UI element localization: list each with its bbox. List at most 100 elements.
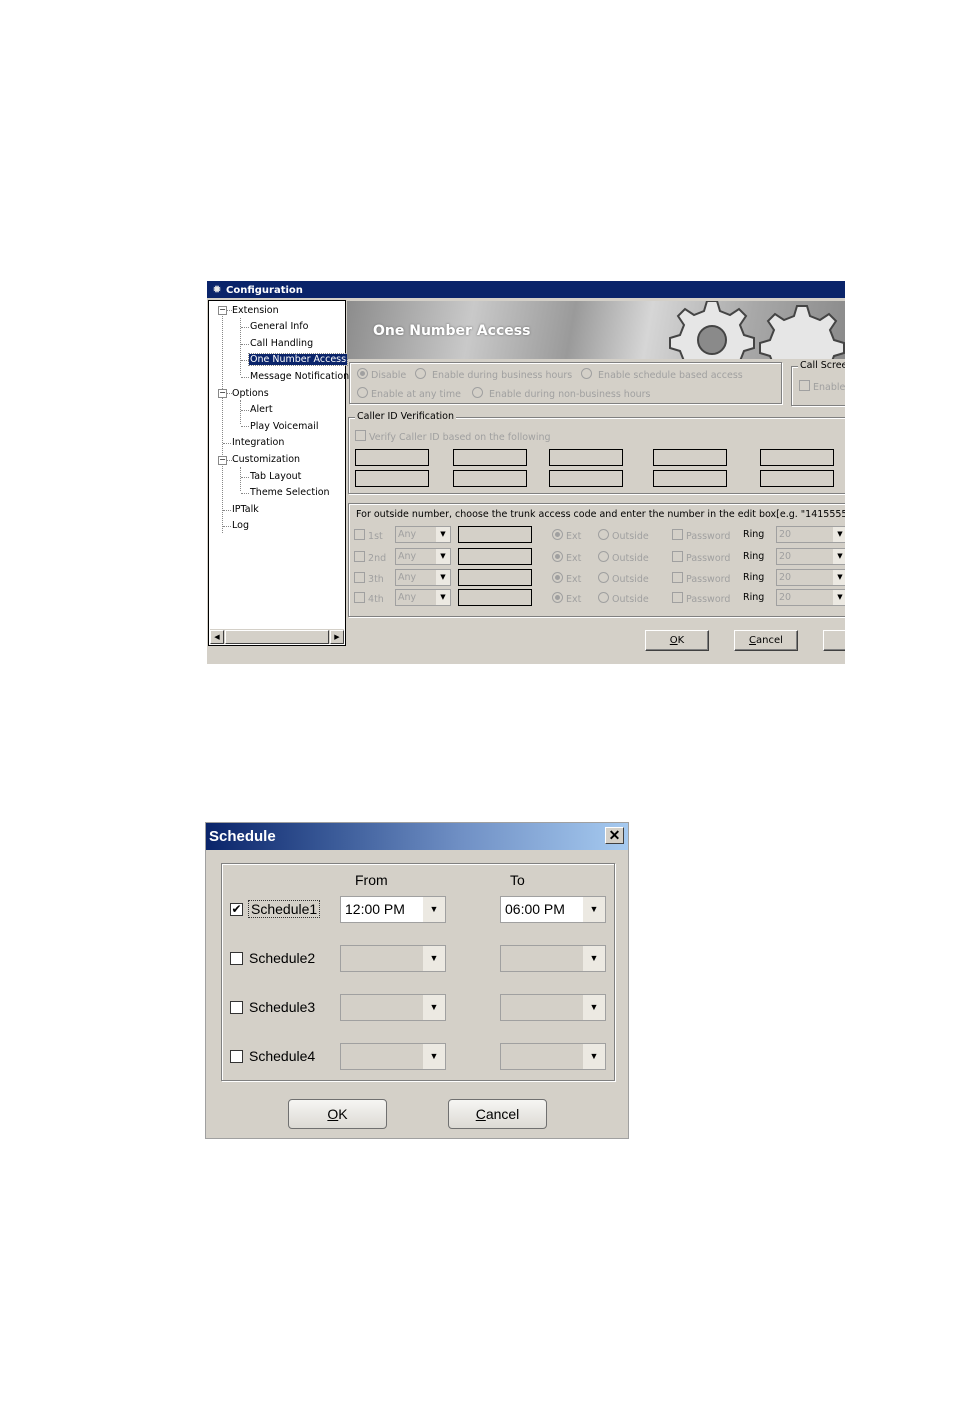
schedule-checkbox[interactable] <box>230 952 243 965</box>
outside-row-enable-checkbox[interactable]: 2nd <box>354 551 386 564</box>
call-screening-enable-checkbox[interactable]: Enable <box>799 380 845 393</box>
password-checkbox[interactable]: Password <box>672 572 730 585</box>
trunk-select[interactable]: Any ▼ <box>395 548 451 565</box>
caller-id-field[interactable] <box>355 470 429 487</box>
checkbox-icon <box>672 592 683 603</box>
schedule-label[interactable]: Schedule1 <box>247 900 321 918</box>
ring-select[interactable]: 20 ▼ <box>776 526 845 543</box>
caller-id-field[interactable] <box>549 470 623 487</box>
radio-outside[interactable]: Outside <box>598 529 649 542</box>
schedule-ok-button[interactable]: OK <box>288 1099 387 1129</box>
radio-icon <box>552 572 563 583</box>
ring-select[interactable]: 20 ▼ <box>776 569 845 586</box>
schedule-cancel-button[interactable]: Cancel <box>448 1099 547 1129</box>
tree-item-iptalk[interactable]: IPTalk <box>231 503 260 516</box>
checkbox-icon <box>354 529 365 540</box>
chevron-down-icon: ▼ <box>423 1044 445 1069</box>
tree-item-tab-layout[interactable]: Tab Layout <box>249 470 302 483</box>
password-checkbox[interactable]: Password <box>672 529 730 542</box>
outside-number-field[interactable] <box>458 589 532 606</box>
password-checkbox[interactable]: Password <box>672 551 730 564</box>
tree-item-message-notification[interactable]: Message Notification <box>249 370 350 383</box>
radio-disable[interactable]: Disable <box>357 368 406 381</box>
radio-outside[interactable]: Outside <box>598 572 649 585</box>
radio-ext[interactable]: Ext <box>552 551 581 564</box>
caller-id-field[interactable] <box>653 449 727 466</box>
from-time-select[interactable]: ▼ <box>340 994 446 1021</box>
outside-row-enable-checkbox[interactable]: 1st <box>354 529 383 542</box>
apply-button[interactable] <box>823 630 845 651</box>
to-header: To <box>510 872 525 888</box>
tree-item-theme-selection[interactable]: Theme Selection <box>249 486 331 499</box>
chevron-down-icon: ▼ <box>833 527 845 542</box>
caller-id-field[interactable] <box>760 449 834 466</box>
ring-label: Ring <box>743 529 765 540</box>
tree-item-call-handling[interactable]: Call Handling <box>249 337 314 350</box>
schedule-label[interactable]: Schedule3 <box>249 999 315 1015</box>
ring-select[interactable]: 20 ▼ <box>776 589 845 606</box>
schedule-checkbox[interactable] <box>230 1050 243 1063</box>
tree-item-integration[interactable]: Integration <box>231 436 285 449</box>
from-time-select[interactable]: 12:00 PM ▼ <box>340 896 446 923</box>
radio-outside[interactable]: Outside <box>598 551 649 564</box>
caller-id-field[interactable] <box>760 470 834 487</box>
collapse-icon[interactable]: − <box>218 456 227 465</box>
to-time-select[interactable]: ▼ <box>500 994 606 1021</box>
outside-row-enable-checkbox[interactable]: 4th <box>354 592 384 605</box>
tree-item-extension[interactable]: Extension <box>231 304 280 317</box>
tree-item-customization[interactable]: Customization <box>231 453 301 466</box>
caller-id-field[interactable] <box>453 449 527 466</box>
tree-item-alert[interactable]: Alert <box>249 403 274 416</box>
schedule-label[interactable]: Schedule4 <box>249 1048 315 1064</box>
cancel-button[interactable]: Cancel <box>734 630 798 651</box>
from-time-select[interactable]: ▼ <box>340 1043 446 1070</box>
password-checkbox[interactable]: Password <box>672 592 730 605</box>
tree-item-options[interactable]: Options <box>231 387 270 400</box>
to-time-select[interactable]: ▼ <box>500 1043 606 1070</box>
checkbox-icon <box>354 592 365 603</box>
schedule-checkbox[interactable] <box>230 1001 243 1014</box>
verify-caller-id-checkbox[interactable]: Verify Caller ID based on the following <box>355 430 551 443</box>
radio-enable-business-hours[interactable]: Enable during business hours <box>415 368 572 381</box>
caller-id-field[interactable] <box>355 449 429 466</box>
schedule-label[interactable]: Schedule2 <box>249 950 315 966</box>
chevron-down-icon: ▼ <box>436 590 450 605</box>
scroll-left-arrow-icon[interactable]: ◀ <box>210 630 224 644</box>
collapse-icon[interactable]: − <box>218 389 227 398</box>
caller-id-field[interactable] <box>549 449 623 466</box>
outside-number-field[interactable] <box>458 526 532 543</box>
checkbox-icon <box>672 529 683 540</box>
trunk-select[interactable]: Any ▼ <box>395 569 451 586</box>
radio-enable-any-time[interactable]: Enable at any time <box>357 387 461 400</box>
ok-button[interactable]: OK <box>645 630 709 651</box>
to-time-select[interactable]: ▼ <box>500 945 606 972</box>
tree-item-general-info[interactable]: General Info <box>249 320 309 333</box>
from-time-select[interactable]: ▼ <box>340 945 446 972</box>
tree-item-play-voicemail[interactable]: Play Voicemail <box>249 420 319 433</box>
radio-outside[interactable]: Outside <box>598 592 649 605</box>
schedule-checkbox[interactable]: ✔ <box>230 903 243 916</box>
caller-id-field[interactable] <box>453 470 527 487</box>
ring-select[interactable]: 20 ▼ <box>776 548 845 565</box>
outside-number-field[interactable] <box>458 548 532 565</box>
radio-ext[interactable]: Ext <box>552 572 581 585</box>
scroll-thumb[interactable] <box>225 630 329 644</box>
outside-number-field[interactable] <box>458 569 532 586</box>
tree-horizontal-scrollbar[interactable]: ◀ ▶ <box>210 629 344 644</box>
scroll-right-arrow-icon[interactable]: ▶ <box>330 630 344 644</box>
radio-enable-schedule[interactable]: Enable schedule based access <box>581 368 743 381</box>
checkbox-icon <box>799 380 810 391</box>
collapse-icon[interactable]: − <box>218 306 227 315</box>
radio-icon <box>552 529 563 540</box>
tree-item-one-number-access[interactable]: One Number Access <box>247 353 349 366</box>
to-time-select[interactable]: 06:00 PM ▼ <box>500 896 606 923</box>
close-button[interactable]: ✕ <box>605 827 624 844</box>
trunk-select[interactable]: Any ▼ <box>395 589 451 606</box>
radio-enable-non-business-hours[interactable]: Enable during non-business hours <box>472 387 651 400</box>
outside-row-enable-checkbox[interactable]: 3th <box>354 572 384 585</box>
radio-ext[interactable]: Ext <box>552 592 581 605</box>
trunk-select[interactable]: Any ▼ <box>395 526 451 543</box>
tree-item-log[interactable]: Log <box>231 519 250 532</box>
caller-id-field[interactable] <box>653 470 727 487</box>
radio-ext[interactable]: Ext <box>552 529 581 542</box>
